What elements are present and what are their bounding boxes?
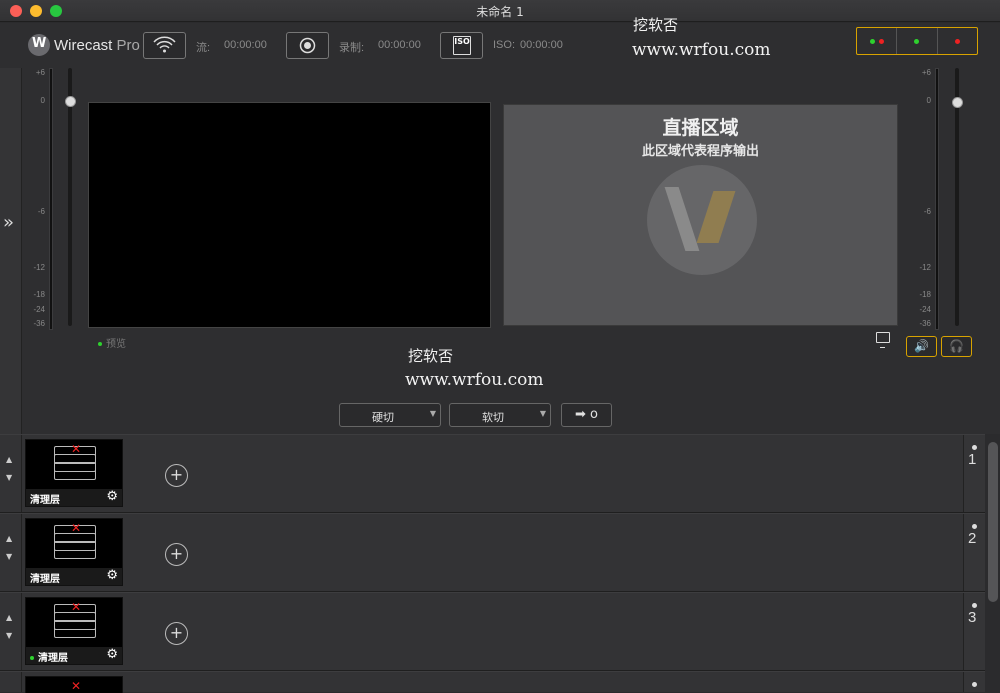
status-cell-stream[interactable] — [857, 28, 898, 54]
brand-edition: Pro — [116, 36, 140, 54]
preview-label: 预览 — [98, 335, 126, 350]
chevron-down-icon: ▼ — [429, 409, 436, 418]
live-subtitle: 此区域代表程序输出 — [641, 144, 759, 159]
live-title: 直播区域 — [662, 117, 739, 139]
layer-row[interactable]: ✕ — [0, 671, 985, 693]
layer-reorder-handle[interactable]: ▲ ▼ — [0, 435, 22, 512]
arrow-up-icon[interactable]: ▲ — [6, 455, 12, 464]
layer-number: 3 — [968, 609, 977, 626]
title-bar: 未命名 1 — [0, 0, 1000, 22]
add-shot-button[interactable]: + — [165, 622, 188, 645]
arrow-down-icon[interactable]: ▼ — [6, 473, 12, 482]
layer-visibility-dot[interactable] — [972, 524, 977, 529]
record-time: 00:00:00 — [378, 39, 421, 51]
smooth-transition-select[interactable]: 软切 ▼ — [449, 403, 551, 427]
layer-row[interactable]: ▲ ▼ ✕ 清理层 ⚙ + 1 — [0, 434, 985, 513]
iso-record-button[interactable]: ISO — [440, 32, 483, 59]
layer-number-tab[interactable]: 3 — [963, 593, 985, 670]
window-title: 未命名 1 — [476, 5, 524, 19]
layer-reorder-handle[interactable]: ▲ ▼ — [0, 514, 22, 591]
layer-row[interactable]: ▲ ▼ ✕ 清理层 ⚙ + 3 — [0, 592, 985, 671]
monitor-icon[interactable] — [876, 332, 890, 348]
arrow-down-icon[interactable]: ▼ — [6, 631, 12, 640]
arrow-up-icon[interactable]: ▲ — [6, 613, 12, 622]
brand-name: Wirecast — [54, 36, 113, 54]
speaker-icon: 🔊 — [914, 339, 929, 353]
layer-number-tab[interactable] — [963, 672, 985, 692]
layer-shot-thumbnail[interactable]: ✕ 清理层 ⚙ — [25, 439, 123, 507]
layer-row[interactable]: ▲ ▼ ✕ 清理层 ⚙ + 2 — [0, 513, 985, 592]
right-volume-fader-knob[interactable] — [952, 97, 963, 108]
clear-x-icon: ✕ — [71, 521, 82, 535]
watermark-url-top: www.wrfou.com — [632, 40, 771, 60]
wirecast-logo: Wirecast Pro — [28, 34, 140, 56]
layer-list: ▲ ▼ ✕ 清理层 ⚙ + 1 ▲ ▼ ✕ 清理层 ⚙ + 2 ▲ ▼ ✕ 清理… — [0, 434, 1000, 693]
gear-icon[interactable]: ⚙ — [106, 568, 118, 583]
status-cell-record[interactable] — [897, 28, 938, 54]
layer-list-scrollbar[interactable] — [988, 442, 998, 602]
left-volume-fader-knob[interactable] — [65, 96, 76, 107]
left-audio-meter — [49, 68, 53, 330]
layer-visibility-dot[interactable] — [972, 445, 977, 450]
output-status-group — [856, 27, 978, 55]
record-icon — [299, 37, 316, 54]
cut-transition-select[interactable]: 硬切 ▼ — [339, 403, 441, 427]
layer-number-tab[interactable]: 1 — [963, 435, 985, 512]
layer-shot-name: 清理层 — [30, 495, 60, 506]
clear-x-icon: ✕ — [71, 600, 82, 614]
broadcast-icon — [153, 36, 176, 53]
layer-number-tab[interactable]: 2 — [963, 514, 985, 591]
live-output-monitor[interactable]: 直播区域 此区域代表程序输出 — [503, 104, 898, 326]
layer-shot-thumbnail[interactable]: ✕ 清理层 ⚙ — [25, 518, 123, 586]
layer-number: 1 — [968, 451, 977, 468]
arrow-down-icon[interactable]: ▼ — [6, 552, 12, 561]
iso-label: ISO: — [493, 39, 516, 51]
toolbar: Wirecast Pro 流: 00:00:00 录制: 00:00:00 IS… — [0, 23, 1000, 68]
layer-number: 2 — [968, 530, 977, 547]
right-audio-meter — [935, 68, 939, 330]
watermark-title: 挖软否 — [408, 347, 454, 365]
iso-time: 00:00:00 — [520, 39, 563, 51]
left-panel-toggle[interactable]: » — [0, 68, 22, 434]
wirecast-logo-icon — [28, 34, 50, 56]
watermark-title-top: 挖软否 — [633, 16, 679, 34]
add-shot-button[interactable]: + — [165, 543, 188, 566]
wirecast-watermark-logo — [647, 165, 757, 275]
preview-status-dot — [98, 342, 102, 346]
gear-icon[interactable]: ⚙ — [106, 489, 118, 504]
stream-label: 流: — [196, 42, 211, 54]
layer-reorder-handle[interactable]: ▲ ▼ — [0, 593, 22, 670]
layer-visibility-dot[interactable] — [972, 682, 977, 687]
main-stage: » +6 0 -6 -12 -18 -24 -36 预览 直播区域 此区域代表程… — [0, 68, 1000, 434]
clear-x-icon: ✕ — [71, 442, 82, 456]
layer-shot-name: 清理层 — [30, 649, 68, 664]
live-status-dot — [30, 656, 34, 660]
layer-shot-thumbnail[interactable]: ✕ — [25, 676, 123, 693]
add-shot-button[interactable]: + — [165, 464, 188, 487]
layer-shot-thumbnail[interactable]: ✕ 清理层 ⚙ — [25, 597, 123, 665]
speaker-button[interactable]: 🔊 — [906, 336, 937, 357]
headphones-icon: 🎧 — [949, 339, 964, 353]
stream-time: 00:00:00 — [224, 39, 267, 51]
chevron-double-right-icon: » — [3, 212, 15, 233]
record-button[interactable] — [286, 32, 329, 59]
status-cell-iso[interactable] — [938, 28, 977, 54]
headphones-button[interactable]: 🎧 — [941, 336, 972, 357]
layer-shot-name: 清理层 — [30, 574, 60, 585]
chevron-down-icon: ▼ — [539, 409, 546, 418]
layer-visibility-dot[interactable] — [972, 603, 977, 608]
iso-icon: ISO — [453, 36, 471, 55]
go-button[interactable]: ➡ o — [561, 403, 612, 427]
record-label: 录制: — [339, 42, 365, 54]
gear-icon[interactable]: ⚙ — [106, 647, 118, 662]
arrow-up-icon[interactable]: ▲ — [6, 534, 12, 543]
layer-reorder-handle[interactable] — [0, 672, 22, 692]
stream-button[interactable] — [143, 32, 186, 59]
watermark-url: www.wrfou.com — [405, 370, 544, 390]
clear-x-icon: ✕ — [71, 679, 82, 693]
preview-monitor[interactable] — [88, 102, 491, 328]
